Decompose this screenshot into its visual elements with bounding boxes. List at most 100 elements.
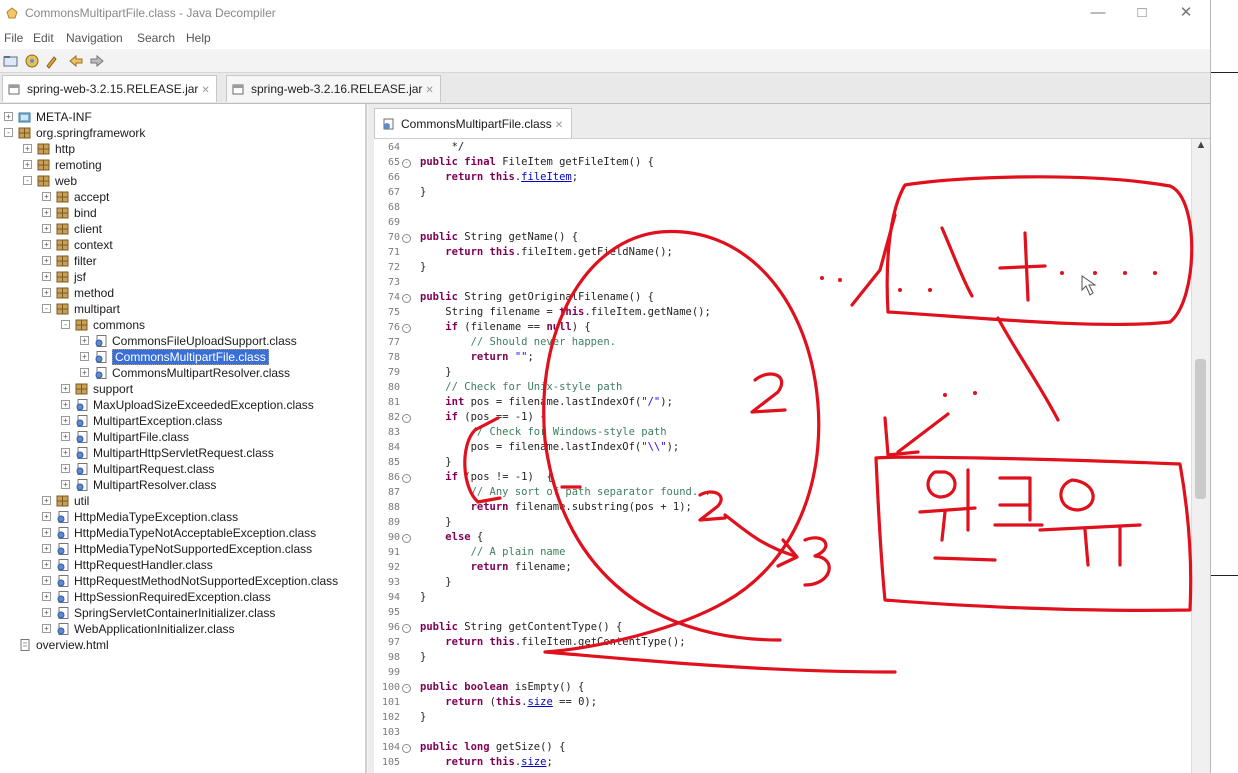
open-file-icon[interactable]	[3, 53, 19, 69]
expand-toggle-icon[interactable]: +	[42, 544, 51, 554]
open-type-icon[interactable]	[24, 53, 40, 69]
expand-toggle-icon[interactable]: +	[42, 560, 51, 570]
fold-toggle-icon[interactable]: -	[402, 684, 411, 693]
fold-toggle-icon[interactable]: -	[402, 474, 411, 483]
minimize-button[interactable]: —	[1078, 2, 1118, 24]
expand-toggle-icon[interactable]: +	[4, 112, 13, 122]
tree-item[interactable]: + accept	[42, 188, 109, 204]
expand-toggle-icon[interactable]: +	[61, 416, 70, 426]
expand-toggle-icon[interactable]: +	[61, 384, 70, 394]
expand-toggle-icon[interactable]: +	[42, 256, 51, 266]
tree-item[interactable]: + context	[42, 236, 113, 252]
expand-toggle-icon[interactable]: +	[42, 208, 51, 218]
expand-toggle-icon[interactable]: +	[42, 224, 51, 234]
tree-item[interactable]: + HttpRequestHandler.class	[42, 556, 213, 572]
tree-item[interactable]: + method	[42, 284, 114, 300]
expand-toggle-icon[interactable]: +	[23, 160, 32, 170]
tree-item[interactable]: + HttpMediaTypeException.class	[42, 508, 238, 524]
fold-toggle-icon[interactable]: -	[402, 234, 411, 243]
expand-toggle-icon[interactable]: +	[42, 240, 51, 250]
expand-toggle-icon[interactable]: +	[42, 496, 51, 506]
tree-item[interactable]: - commons	[61, 316, 145, 332]
tree-item[interactable]: + WebApplicationInitializer.class	[42, 620, 235, 636]
search-icon[interactable]	[44, 53, 60, 69]
expand-toggle-icon[interactable]: +	[42, 608, 51, 618]
tab-jar-3-2-15[interactable]: spring-web-3.2.15.RELEASE.jar ✕	[2, 75, 217, 102]
collapse-toggle-icon[interactable]: -	[23, 176, 32, 186]
tree-item[interactable]: + CommonsMultipartFile.class	[80, 348, 269, 365]
tree-item[interactable]: overview.html	[4, 636, 109, 652]
menu-search[interactable]: Search	[137, 31, 175, 45]
expand-toggle-icon[interactable]: +	[42, 192, 51, 202]
tree-item[interactable]: + CommonsMultipartResolver.class	[80, 364, 290, 380]
code-editor[interactable]: 64 */65- public final FileItem getFileIte…	[374, 138, 1210, 773]
tree-item[interactable]: + client	[42, 220, 102, 236]
tab-jar-3-2-16[interactable]: spring-web-3.2.16.RELEASE.jar ✕	[226, 75, 441, 102]
expand-toggle-icon[interactable]: +	[61, 432, 70, 442]
fold-toggle-icon[interactable]: -	[402, 534, 411, 543]
collapse-toggle-icon[interactable]: -	[42, 304, 51, 314]
expand-toggle-icon[interactable]: +	[42, 624, 51, 634]
expand-toggle-icon[interactable]: +	[61, 464, 70, 474]
expand-toggle-icon[interactable]: +	[42, 592, 51, 602]
tree-item[interactable]: + HttpSessionRequiredException.class	[42, 588, 271, 604]
collapse-toggle-icon[interactable]: -	[4, 128, 13, 138]
tree-item[interactable]: + HttpMediaTypeNotAcceptableException.cla…	[42, 524, 316, 540]
fold-toggle-icon[interactable]: -	[402, 744, 411, 753]
tree-item[interactable]: + MultipartRequest.class	[61, 460, 214, 476]
menu-help[interactable]: Help	[186, 31, 211, 45]
tree-item[interactable]: + bind	[42, 204, 97, 220]
expand-toggle-icon[interactable]: +	[80, 336, 89, 346]
tree-item[interactable]: + MaxUploadSizeExceededException.class	[61, 396, 314, 412]
collapse-toggle-icon[interactable]: -	[61, 320, 70, 330]
expand-toggle-icon[interactable]: +	[42, 576, 51, 586]
menu-navigation[interactable]: Navigation	[66, 31, 123, 45]
tree-item[interactable]: + http	[23, 140, 75, 156]
expand-toggle-icon[interactable]: +	[23, 144, 32, 154]
tree-item[interactable]: + filter	[42, 252, 97, 268]
tree-item[interactable]: + HttpMediaTypeNotSupportedException.clas…	[42, 540, 312, 556]
tree-item[interactable]: + support	[61, 380, 133, 396]
scrollbar-thumb[interactable]	[1195, 359, 1206, 499]
tree-item[interactable]: - web	[23, 172, 77, 188]
fold-toggle-icon[interactable]: -	[402, 324, 411, 333]
tree-item[interactable]: + MultipartHttpServletRequest.class	[61, 444, 274, 460]
tree-item[interactable]: + MultipartResolver.class	[61, 476, 216, 492]
tree-item[interactable]: + MultipartFile.class	[61, 428, 189, 444]
tab-class-file[interactable]: CommonsMultipartFile.class ✕	[374, 108, 573, 138]
expand-toggle-icon[interactable]: +	[61, 480, 70, 490]
tree-item[interactable]: + SpringServletContainerInitializer.class	[42, 604, 275, 620]
tab-close-icon[interactable]: ✕	[425, 85, 433, 96]
menu-edit[interactable]: Edit	[33, 31, 54, 45]
vertical-scrollbar[interactable]: ▲	[1191, 139, 1210, 773]
tree-item[interactable]: + jsf	[42, 268, 86, 284]
fold-toggle-icon[interactable]: -	[402, 624, 411, 633]
back-icon[interactable]	[68, 53, 84, 69]
tree-item[interactable]: + CommonsFileUploadSupport.class	[80, 332, 297, 348]
tab-close-icon[interactable]: ✕	[555, 120, 563, 131]
tree-item[interactable]: + util	[42, 492, 89, 508]
tree-item[interactable]: - org.springframework	[4, 124, 145, 140]
menu-file[interactable]: File	[4, 31, 23, 45]
fold-toggle-icon[interactable]: -	[402, 294, 411, 303]
scroll-up-icon[interactable]: ▲	[1192, 139, 1210, 155]
expand-toggle-icon[interactable]: +	[61, 400, 70, 410]
expand-toggle-icon[interactable]: +	[80, 368, 89, 378]
expand-toggle-icon[interactable]: +	[42, 288, 51, 298]
expand-toggle-icon[interactable]: +	[42, 528, 51, 538]
tree-item[interactable]: + MultipartException.class	[61, 412, 222, 428]
fold-toggle-icon[interactable]: -	[402, 414, 411, 423]
tree-item[interactable]: + HttpRequestMethodNotSupportedException.…	[42, 572, 338, 588]
maximize-button[interactable]: □	[1122, 2, 1162, 24]
expand-toggle-icon[interactable]: +	[80, 352, 89, 362]
tree-item[interactable]: - multipart	[42, 300, 120, 316]
fold-toggle-icon[interactable]: -	[402, 159, 411, 168]
expand-toggle-icon[interactable]: +	[61, 448, 70, 458]
tree-item[interactable]: + META-INF	[4, 108, 92, 124]
forward-icon[interactable]	[89, 53, 105, 69]
tab-close-icon[interactable]: ✕	[201, 85, 209, 96]
expand-toggle-icon[interactable]: +	[42, 512, 51, 522]
tree-item[interactable]: + remoting	[23, 156, 102, 172]
close-button[interactable]: ✕	[1166, 2, 1206, 24]
expand-toggle-icon[interactable]: +	[42, 272, 51, 282]
